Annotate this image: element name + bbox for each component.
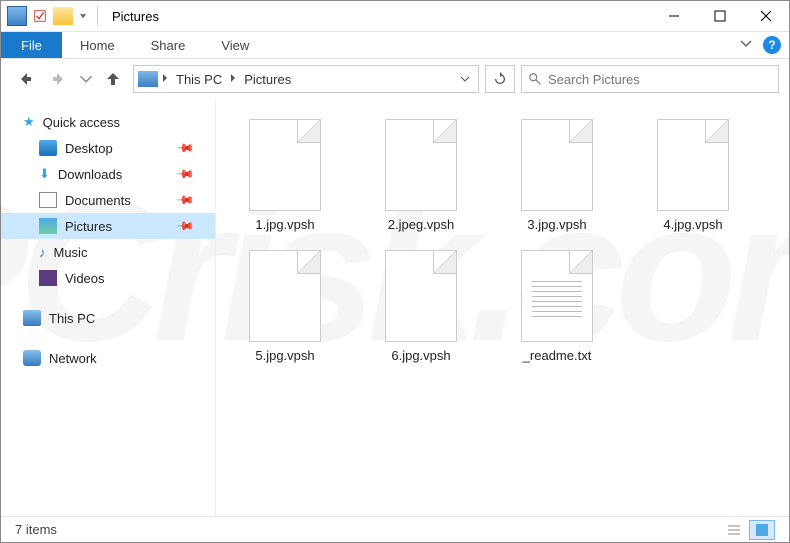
sidebar-item-label: Quick access bbox=[43, 115, 120, 130]
sidebar-item-label: Downloads bbox=[58, 167, 122, 182]
chevron-right-icon[interactable] bbox=[228, 70, 238, 88]
status-bar: 7 items bbox=[1, 516, 789, 542]
sidebar-item-pictures[interactable]: Pictures 📌 bbox=[1, 213, 215, 239]
file-thumb-icon bbox=[385, 250, 457, 342]
star-icon: ★ bbox=[23, 114, 35, 130]
sidebar-this-pc[interactable]: This PC bbox=[1, 305, 215, 331]
network-icon bbox=[23, 350, 41, 366]
app-icon bbox=[7, 6, 27, 26]
quick-access-dropdown-icon[interactable] bbox=[77, 1, 89, 31]
sidebar-item-documents[interactable]: Documents 📌 bbox=[1, 187, 215, 213]
folder-icon bbox=[53, 7, 73, 25]
file-item[interactable]: 1.jpg.vpsh bbox=[226, 119, 344, 232]
close-button[interactable] bbox=[743, 1, 789, 31]
file-item[interactable]: 3.jpg.vpsh bbox=[498, 119, 616, 232]
file-name-label: 4.jpg.vpsh bbox=[663, 217, 722, 232]
sidebar-item-label: Documents bbox=[65, 193, 131, 208]
breadcrumb-this-pc[interactable]: This PC bbox=[172, 72, 226, 87]
nav-pane: ★ Quick access Desktop📌⬇Downloads📌Docume… bbox=[1, 99, 216, 516]
refresh-button[interactable] bbox=[485, 65, 515, 93]
up-button[interactable] bbox=[99, 65, 127, 93]
tab-home[interactable]: Home bbox=[62, 32, 133, 58]
recent-locations-dropdown-icon[interactable] bbox=[79, 65, 93, 93]
documents-icon bbox=[39, 192, 57, 208]
file-item[interactable]: 2.jpeg.vpsh bbox=[362, 119, 480, 232]
videos-icon bbox=[39, 270, 57, 286]
sidebar-item-label: This PC bbox=[49, 311, 95, 326]
file-item[interactable]: 6.jpg.vpsh bbox=[362, 250, 480, 363]
file-name-label: 6.jpg.vpsh bbox=[391, 348, 450, 363]
downloads-icon: ⬇ bbox=[39, 166, 50, 182]
maximize-button[interactable] bbox=[697, 1, 743, 31]
search-input[interactable] bbox=[548, 72, 772, 87]
file-name-label: 5.jpg.vpsh bbox=[255, 348, 314, 363]
file-tab[interactable]: File bbox=[1, 32, 62, 58]
file-name-label: _readme.txt bbox=[523, 348, 592, 363]
file-name-label: 3.jpg.vpsh bbox=[527, 217, 586, 232]
expand-ribbon-icon[interactable] bbox=[739, 36, 753, 55]
help-icon[interactable]: ? bbox=[763, 36, 781, 54]
tab-view[interactable]: View bbox=[203, 32, 267, 58]
sidebar-item-downloads[interactable]: ⬇ Downloads 📌 bbox=[1, 161, 215, 187]
address-dropdown-icon[interactable] bbox=[456, 74, 474, 84]
file-thumb-icon bbox=[249, 250, 321, 342]
sidebar-item-label: Pictures bbox=[65, 219, 112, 234]
file-name-label: 2.jpeg.vpsh bbox=[388, 217, 455, 232]
search-box[interactable] bbox=[521, 65, 779, 93]
tab-share[interactable]: Share bbox=[133, 32, 204, 58]
quick-access-properties-icon[interactable] bbox=[31, 7, 49, 25]
nav-bar: This PC Pictures bbox=[1, 59, 789, 99]
pictures-icon bbox=[39, 218, 57, 234]
item-count: 7 items bbox=[15, 522, 57, 537]
back-button[interactable] bbox=[11, 65, 39, 93]
file-thumb-icon bbox=[521, 119, 593, 211]
address-bar[interactable]: This PC Pictures bbox=[133, 65, 479, 93]
title-separator bbox=[97, 6, 98, 26]
file-name-label: 1.jpg.vpsh bbox=[255, 217, 314, 232]
file-item[interactable]: _readme.txt bbox=[498, 250, 616, 363]
ribbon: File Home Share View ? bbox=[1, 32, 789, 59]
title-bar: Pictures bbox=[1, 1, 789, 32]
file-item[interactable]: 5.jpg.vpsh bbox=[226, 250, 344, 363]
sidebar-item-label: Music bbox=[54, 245, 88, 260]
minimize-button[interactable] bbox=[651, 1, 697, 31]
search-icon bbox=[528, 72, 542, 86]
sidebar-item-label: Videos bbox=[65, 271, 105, 286]
thumbnails-view-button[interactable] bbox=[749, 520, 775, 540]
window-title: Pictures bbox=[106, 9, 159, 24]
file-item[interactable]: 4.jpg.vpsh bbox=[634, 119, 752, 232]
sidebar-network[interactable]: Network bbox=[1, 345, 215, 371]
chevron-right-icon[interactable] bbox=[160, 70, 170, 88]
pc-icon bbox=[23, 310, 41, 326]
forward-button[interactable] bbox=[45, 65, 73, 93]
sidebar-item-videos[interactable]: Videos bbox=[1, 265, 215, 291]
file-thumb-icon bbox=[521, 250, 593, 342]
file-thumb-icon bbox=[657, 119, 729, 211]
pin-icon: 📌 bbox=[175, 190, 195, 210]
sidebar-item-desktop[interactable]: Desktop 📌 bbox=[1, 135, 215, 161]
details-view-button[interactable] bbox=[721, 520, 747, 540]
breadcrumb-pictures[interactable]: Pictures bbox=[240, 72, 295, 87]
file-thumb-icon bbox=[249, 119, 321, 211]
pin-icon: 📌 bbox=[175, 216, 195, 236]
sidebar-quick-access[interactable]: ★ Quick access bbox=[1, 109, 215, 135]
desktop-icon bbox=[39, 140, 57, 156]
file-grid[interactable]: 1.jpg.vpsh 2.jpeg.vpsh 3.jpg.vpsh 4.jpg.vps… bbox=[216, 99, 789, 516]
sidebar-item-music[interactable]: ♪ Music bbox=[1, 239, 215, 265]
location-icon bbox=[138, 71, 158, 87]
file-thumb-icon bbox=[385, 119, 457, 211]
sidebar-item-label: Network bbox=[49, 351, 97, 366]
pin-icon: 📌 bbox=[175, 164, 195, 184]
music-icon: ♪ bbox=[39, 245, 46, 260]
pin-icon: 📌 bbox=[175, 138, 195, 158]
sidebar-item-label: Desktop bbox=[65, 141, 113, 156]
